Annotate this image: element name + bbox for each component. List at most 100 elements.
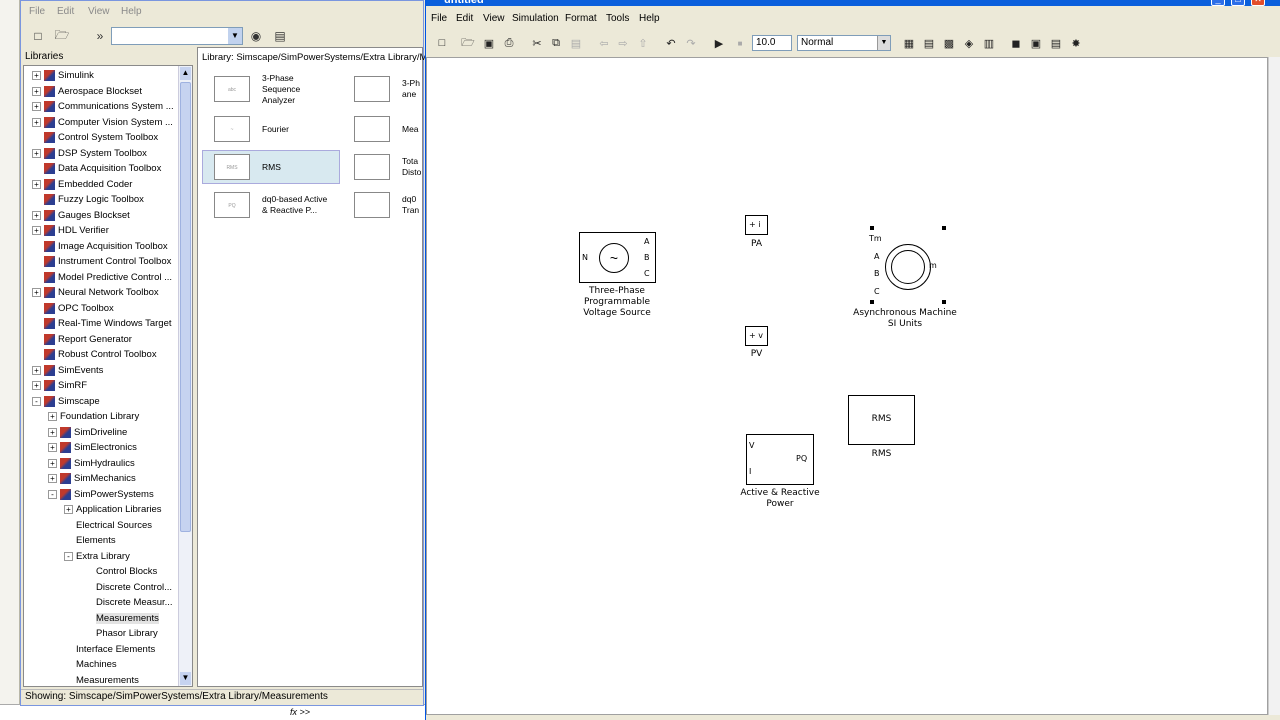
collapse-icon[interactable]: - (32, 396, 41, 406)
scroll-up-icon[interactable]: ▲ (180, 67, 191, 80)
build-icon[interactable]: ▩ (941, 35, 957, 51)
selection-handle[interactable] (942, 226, 946, 230)
block-right-4[interactable]: dq0 Tran (354, 188, 422, 222)
expand-icon[interactable]: + (32, 365, 41, 375)
lib-menu-edit[interactable]: Edit (57, 6, 74, 17)
rms-block[interactable]: RMS (848, 395, 915, 445)
explorer-icon[interactable]: ◈ (961, 35, 977, 51)
menu-edit[interactable]: Edit (456, 13, 473, 24)
pv-block[interactable]: + v (745, 326, 768, 346)
tree-item[interactable]: Model Predictive Control ... (32, 270, 172, 285)
lib-menu-file[interactable]: File (29, 6, 45, 17)
tree-item[interactable]: OPC Toolbox (32, 301, 114, 316)
tree-item[interactable]: + Aerospace Blockset (32, 84, 142, 99)
tree-item[interactable]: Interface Elements (64, 642, 155, 657)
active-reactive-power-block[interactable]: V I PQ (746, 434, 814, 485)
tree-item[interactable]: Measurements (64, 673, 139, 687)
chevron-down-icon[interactable]: ▼ (228, 28, 242, 44)
selection-handle[interactable] (942, 300, 946, 304)
paste-icon[interactable]: ▤ (568, 35, 584, 51)
new-model-icon[interactable]: □ (29, 27, 47, 45)
model-canvas[interactable]: ~ N A B C Three-Phase Programmable Volta… (426, 57, 1268, 715)
menu-help[interactable]: Help (639, 13, 660, 24)
expand-icon[interactable]: + (32, 117, 41, 127)
more-icon[interactable]: » (91, 27, 109, 45)
block-rms[interactable]: RMS RMS (202, 150, 340, 184)
tree-item[interactable]: + SimMechanics (48, 471, 136, 486)
tree-item[interactable]: + Gauges Blockset (32, 208, 130, 223)
stop-icon[interactable]: ■ (732, 35, 748, 51)
selection-handle[interactable] (870, 300, 874, 304)
minimize-icon[interactable]: _ (1211, 0, 1225, 6)
expand-icon[interactable]: + (32, 86, 41, 96)
tree-item[interactable]: + Simulink (32, 68, 94, 83)
block-right-1[interactable]: 3-Ph ane (354, 72, 422, 106)
tree-item[interactable]: + Communications System ... (32, 99, 174, 114)
block-fourier[interactable]: ~ Fourier (214, 112, 344, 146)
tree-item[interactable]: Measurements (84, 611, 159, 626)
expand-icon[interactable]: + (48, 427, 57, 437)
play-icon[interactable]: ▶ (711, 35, 727, 51)
tree-item[interactable]: + SimDriveline (48, 425, 127, 440)
lib-menu-view[interactable]: View (88, 6, 110, 17)
expand-icon[interactable]: + (32, 179, 41, 189)
tree-item[interactable]: - Simscape (32, 394, 100, 409)
config-icon[interactable]: ▤ (1048, 35, 1064, 51)
new-icon[interactable]: □ (434, 35, 450, 51)
tree-item[interactable]: Image Acquisition Toolbox (32, 239, 168, 254)
simulation-mode-select[interactable]: Normal ▼ (797, 35, 891, 51)
expand-icon[interactable]: + (48, 474, 57, 483)
redo-icon[interactable]: ↷ (683, 35, 699, 51)
tree-item[interactable]: - SimPowerSystems (48, 487, 154, 502)
save-icon[interactable]: ▣ (481, 35, 497, 51)
collapse-icon[interactable]: - (64, 551, 73, 561)
tree-item[interactable]: + Embedded Coder (32, 177, 132, 192)
tree-item[interactable]: Discrete Control... (84, 580, 172, 595)
copy-icon[interactable]: ⧉ (548, 35, 564, 51)
block-3phase-seq[interactable]: abc 3-Phase Sequence Analyzer (214, 72, 344, 106)
debug-icon[interactable]: ▥ (981, 35, 997, 51)
pin-icon[interactable]: ▤ (271, 27, 289, 45)
tree-item[interactable]: + SimEvents (32, 363, 103, 378)
pa-block[interactable]: + i (745, 215, 768, 235)
menu-simulation[interactable]: Simulation (512, 13, 559, 24)
print-icon[interactable]: ⎙ (501, 35, 517, 51)
tree-item[interactable]: Data Acquisition Toolbox (32, 161, 161, 176)
collapse-icon[interactable]: - (48, 489, 57, 499)
library-tree[interactable]: + Simulink + Aerospace Blockset + Communicati… (23, 65, 193, 687)
back-icon[interactable]: ⇦ (596, 35, 612, 51)
tree-item[interactable]: Elements (64, 533, 116, 548)
chevron-down-icon[interactable]: ▼ (877, 36, 890, 50)
up-icon[interactable]: ⇧ (635, 35, 651, 51)
expand-icon[interactable]: + (64, 505, 73, 514)
tree-item[interactable]: + SimHydraulics (48, 456, 135, 471)
tree-item[interactable]: Electrical Sources (64, 518, 152, 533)
expand-icon[interactable]: + (48, 412, 57, 421)
tree-item[interactable]: Instrument Control Toolbox (32, 254, 171, 269)
tree-item[interactable]: + Neural Network Toolbox (32, 285, 159, 300)
block-dq0-active-reactive[interactable]: PQ dq0-based Active & Reactive P... (214, 188, 344, 222)
vertical-scrollbar[interactable] (1268, 57, 1280, 715)
tree-item[interactable]: + SimElectronics (48, 440, 137, 455)
tree-item[interactable]: + HDL Verifier (32, 223, 109, 238)
tree-item[interactable]: Discrete Measur... (84, 595, 173, 610)
tree-item[interactable]: + DSP System Toolbox (32, 146, 147, 161)
model-advisor-icon[interactable]: ▦ (901, 35, 917, 51)
tree-scrollbar[interactable]: ▲ ▼ (178, 66, 192, 686)
stop-time-input[interactable]: 10.0 (752, 35, 792, 51)
scroll-thumb[interactable] (180, 82, 191, 532)
model-explorer-icon[interactable]: ▣ (1028, 35, 1044, 51)
asynchronous-machine-block[interactable]: Tm A B C m (869, 226, 946, 304)
expand-icon[interactable]: + (32, 288, 41, 297)
selection-handle[interactable] (870, 226, 874, 230)
undo-icon[interactable]: ↶ (663, 35, 679, 51)
command-prompt[interactable]: fx >> (290, 707, 310, 717)
expand-icon[interactable]: + (32, 210, 41, 220)
scroll-down-icon[interactable]: ▼ (180, 672, 191, 685)
tree-item[interactable]: Control Blocks (84, 564, 157, 579)
tree-item[interactable]: Phasor Library (84, 626, 158, 641)
expand-icon[interactable]: + (32, 71, 41, 80)
menu-format[interactable]: Format (565, 13, 597, 24)
tree-item[interactable]: + SimRF (32, 378, 87, 393)
search-input[interactable]: ▼ (111, 27, 243, 45)
